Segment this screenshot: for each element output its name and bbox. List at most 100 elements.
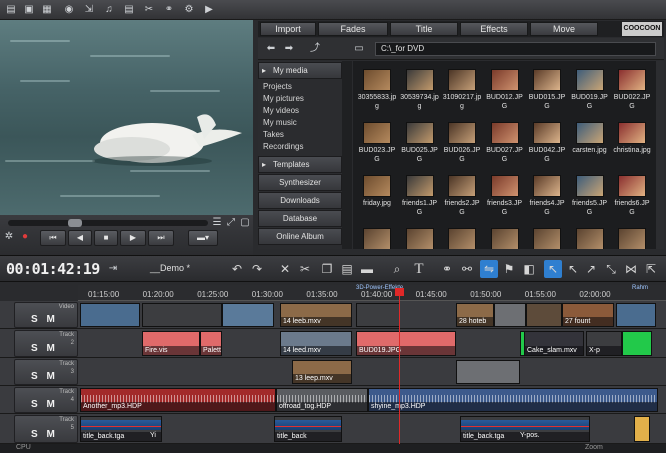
thumbnail-item[interactable]: BUD019.JPG xyxy=(570,69,610,118)
monitor-mode-button[interactable]: ▬▾ xyxy=(188,230,218,246)
delete-icon[interactable]: ✕ xyxy=(276,260,294,278)
thumbnail-item[interactable]: 30539734.jpg xyxy=(400,69,440,118)
timeline-ruler[interactable]: 3D-Power-Effekte Rahm 01:15:00 01:20:00 01… xyxy=(78,285,666,301)
zoom-tool-icon[interactable]: ⌕ xyxy=(388,260,406,278)
cut-icon[interactable]: ✂ xyxy=(296,260,314,278)
settings-icon[interactable]: ⚙ xyxy=(180,3,198,17)
thumbnail-item[interactable]: BUD023.JPG xyxy=(357,122,397,171)
group-icon[interactable]: ▬ xyxy=(358,260,376,278)
track-header[interactable]: Video S M xyxy=(14,302,78,328)
thumbnail-item[interactable] xyxy=(442,228,482,249)
timeline-clip[interactable] xyxy=(622,331,652,356)
pointer-alt-icon[interactable]: ↖ xyxy=(564,260,582,278)
track-header[interactable]: Track 3 S M xyxy=(14,359,78,385)
trim-icon[interactable]: ⋈ xyxy=(622,260,640,278)
up-folder-icon[interactable]: ⤴ xyxy=(306,42,324,56)
solo-mute-buttons[interactable]: S M xyxy=(31,371,58,382)
undo-icon[interactable]: ↶ xyxy=(228,260,246,278)
sidebar-item-my-music[interactable]: My music xyxy=(263,118,297,127)
track-header[interactable]: Track 4 S M xyxy=(14,387,78,413)
thumbnail-item[interactable]: friends4.JPG xyxy=(527,175,567,224)
timeline-clip[interactable] xyxy=(494,303,526,327)
copy-icon[interactable]: ❐ xyxy=(318,260,336,278)
timeline-clip[interactable] xyxy=(356,303,400,327)
thumbnail-item[interactable]: BUD026.JPG xyxy=(442,122,482,171)
doc-icon[interactable]: ▤ xyxy=(120,3,138,17)
thumbnail-item[interactable]: carsten.jpg xyxy=(570,122,610,171)
sidebar-item-projects[interactable]: Projects xyxy=(263,82,292,91)
timeline-clip[interactable]: BUD019.JPG xyxy=(356,331,456,356)
thumbnail-item[interactable]: friends2.JPG xyxy=(442,175,482,224)
timeline-clip[interactable] xyxy=(80,303,140,327)
tab-title[interactable]: Title xyxy=(390,22,458,36)
thumbnail-item[interactable]: BUD042.JPG xyxy=(527,122,567,171)
timeline-clip[interactable]: shyine_mp3.HDP xyxy=(368,388,658,412)
thumbnail-item[interactable] xyxy=(357,228,397,249)
skip-back-button[interactable]: ⏮ xyxy=(40,230,66,246)
timeline-clip[interactable] xyxy=(456,360,520,384)
thumbnail-item[interactable]: friends6.JPG xyxy=(612,175,652,224)
timeline-clip[interactable]: 28 hoteb xyxy=(456,303,494,327)
pointer-tool-icon[interactable]: ↖ xyxy=(544,260,562,278)
link-icon[interactable]: ⚭ xyxy=(438,260,456,278)
timeline-clip[interactable] xyxy=(526,303,562,327)
marker-icon[interactable]: ⇥ xyxy=(104,262,122,276)
skip-forward-button[interactable]: ⏭ xyxy=(148,230,174,246)
timeline-clip[interactable]: X-p xyxy=(586,331,622,356)
thumbnail-item[interactable]: friends5.JPG xyxy=(570,175,610,224)
preview-scrubber[interactable] xyxy=(8,219,208,227)
tab-effects[interactable]: Effects xyxy=(460,22,528,36)
solo-mute-buttons[interactable]: S M xyxy=(31,314,58,325)
save-icon[interactable]: ▣ xyxy=(20,3,38,17)
path-input[interactable]: C:\_for DVD xyxy=(375,42,656,56)
forward-arrow-icon[interactable]: ➡ xyxy=(280,42,298,56)
text-tool-icon[interactable]: T xyxy=(410,260,428,278)
thumbnail-item[interactable] xyxy=(485,228,525,249)
camera-icon[interactable]: ▶ xyxy=(200,3,218,17)
thumbnail-item[interactable]: BUD022.JPG xyxy=(612,69,652,118)
marker-flag-icon[interactable]: ⚑ xyxy=(500,260,518,278)
play-button[interactable]: ▶ xyxy=(120,230,146,246)
gear-icon[interactable]: ✲ xyxy=(2,230,16,244)
thumbnail-item[interactable]: BUD012.JPG xyxy=(485,69,525,118)
timeline-clip[interactable]: 27 fount xyxy=(562,303,614,327)
link-icon[interactable]: ⚭ xyxy=(160,3,178,17)
stretch-icon[interactable]: ⤡ xyxy=(602,260,620,278)
timeline-clip[interactable] xyxy=(142,303,222,327)
timeline-clip[interactable]: Cake_slam.mxv xyxy=(524,331,584,356)
redo-icon[interactable]: ↷ xyxy=(248,260,266,278)
rewind-button[interactable]: ◀ xyxy=(68,230,92,246)
timeline-clip[interactable]: 14 leeb.mxv xyxy=(280,303,352,327)
tab-fades[interactable]: Fades xyxy=(318,22,388,36)
record-icon[interactable]: ● xyxy=(18,230,32,244)
fullscreen-icon[interactable]: ▢ xyxy=(236,216,254,230)
thumbnail-item[interactable]: friends1.JPG xyxy=(400,175,440,224)
thumbnail-item[interactable] xyxy=(527,228,567,249)
burn-icon[interactable]: ◉ xyxy=(60,3,78,17)
menu-icon[interactable]: ▤ xyxy=(2,3,20,17)
sidebar-item-recordings[interactable]: Recordings xyxy=(263,142,303,151)
thumbnail-item[interactable]: friends3.JPG xyxy=(485,175,525,224)
paste-icon[interactable]: ▤ xyxy=(338,260,356,278)
timeline-clip[interactable]: 13 leep.mxv xyxy=(292,360,352,384)
split-icon[interactable]: ◧ xyxy=(520,260,538,278)
grid-scrollbar[interactable] xyxy=(656,61,664,249)
sidebar-downloads[interactable]: Downloads xyxy=(258,192,342,209)
thumbnail-item[interactable] xyxy=(570,228,610,249)
curve-tool-icon[interactable]: ↗ xyxy=(582,260,600,278)
thumbnail-item[interactable]: friday.jpg xyxy=(357,175,397,224)
timeline-clip[interactable] xyxy=(222,303,274,327)
timeline-clip[interactable] xyxy=(616,303,656,327)
playhead[interactable] xyxy=(399,288,400,445)
sidebar-scrollbar[interactable] xyxy=(342,61,352,249)
thumbnail-item[interactable]: 30355833.jpg xyxy=(357,69,397,118)
timeline-clip[interactable]: Palett xyxy=(200,331,222,356)
solo-mute-buttons[interactable]: S M xyxy=(31,429,58,440)
sidebar-item-takes[interactable]: Takes xyxy=(263,130,284,139)
sidebar-online-album[interactable]: Online Album xyxy=(258,228,342,245)
thumbnail-item[interactable]: 31090217.jpg xyxy=(442,69,482,118)
video-preview[interactable] xyxy=(0,20,253,215)
thumbnail-item[interactable]: BUD025.JPG xyxy=(400,122,440,171)
track-header[interactable]: Track 5 S M xyxy=(14,415,78,443)
stop-button[interactable]: ■ xyxy=(94,230,118,246)
